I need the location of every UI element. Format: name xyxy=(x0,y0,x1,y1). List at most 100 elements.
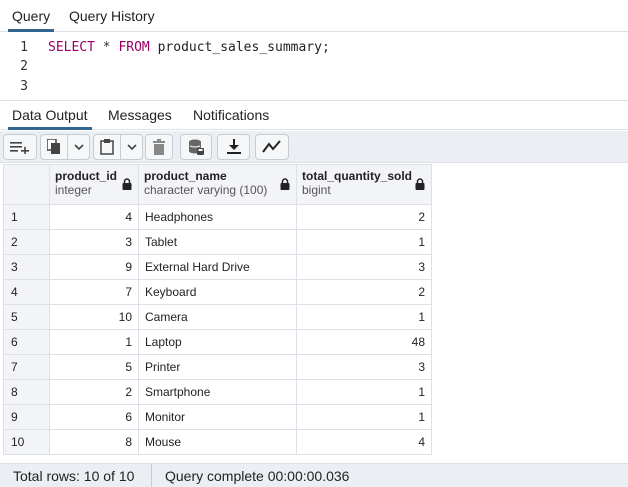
row-number[interactable]: 5 xyxy=(3,304,50,330)
sql-keyword-select: SELECT xyxy=(48,40,95,55)
row-number[interactable]: 1 xyxy=(3,204,50,230)
cell-product-id[interactable]: 2 xyxy=(49,379,139,405)
sql-editor[interactable]: 1 2 3 SELECT * FROM product_sales_summar… xyxy=(0,33,628,99)
copy-options-dropdown[interactable] xyxy=(67,135,89,159)
save-data-button[interactable] xyxy=(180,134,212,160)
table-row[interactable]: 10 8 Mouse 4 xyxy=(3,429,432,455)
table-row[interactable]: 4 7 Keyboard 2 xyxy=(3,279,432,305)
row-number[interactable]: 3 xyxy=(3,254,50,280)
copy-button[interactable] xyxy=(41,135,67,159)
copy-button-group xyxy=(40,134,90,160)
cell-total-quantity-sold[interactable]: 4 xyxy=(296,429,432,455)
column-type: character varying (100) xyxy=(144,183,268,197)
tab-notifications[interactable]: Notifications xyxy=(189,101,273,130)
cell-product-name[interactable]: Headphones xyxy=(138,204,297,230)
row-number[interactable]: 6 xyxy=(3,329,50,355)
line-number-gutter: 1 2 3 xyxy=(0,33,36,99)
tab-data-output[interactable]: Data Output xyxy=(8,101,92,130)
table-row[interactable]: 5 10 Camera 1 xyxy=(3,304,432,330)
cell-total-quantity-sold[interactable]: 1 xyxy=(296,404,432,430)
cell-total-quantity-sold[interactable]: 48 xyxy=(296,329,432,355)
cell-total-quantity-sold[interactable]: 2 xyxy=(296,279,432,305)
add-row-button[interactable] xyxy=(3,134,37,160)
total-rows-text: Total rows: 10 of 10 xyxy=(13,468,135,484)
line-number: 1 xyxy=(20,40,28,55)
chevron-down-icon xyxy=(126,144,137,151)
cell-product-name[interactable]: Printer xyxy=(138,354,297,380)
cell-product-id[interactable]: 1 xyxy=(49,329,139,355)
table-row[interactable]: 7 5 Printer 3 xyxy=(3,354,432,380)
table-row[interactable]: 1 4 Headphones 2 xyxy=(3,204,432,230)
cell-product-name[interactable]: Mouse xyxy=(138,429,297,455)
query-tab-bar: Query Query History xyxy=(0,0,628,32)
cell-total-quantity-sold[interactable]: 1 xyxy=(296,379,432,405)
cell-product-id[interactable]: 7 xyxy=(49,279,139,305)
sql-semicolon: ; xyxy=(321,40,330,55)
tab-query[interactable]: Query xyxy=(8,0,55,32)
cell-total-quantity-sold[interactable]: 1 xyxy=(296,229,432,255)
table-header-row: product_id integer product_name characte… xyxy=(3,164,432,205)
column-name: product_name xyxy=(144,169,227,183)
sql-code-line[interactable]: SELECT * FROM product_sales_summary; xyxy=(48,40,330,55)
cell-product-name[interactable]: Camera xyxy=(138,304,297,330)
cell-product-id[interactable]: 4 xyxy=(49,204,139,230)
cell-product-name[interactable]: Smartphone xyxy=(138,379,297,405)
cell-product-id[interactable]: 6 xyxy=(49,404,139,430)
lock-icon xyxy=(122,178,132,190)
row-number-header[interactable] xyxy=(3,164,50,205)
cell-product-name[interactable]: External Hard Drive xyxy=(138,254,297,280)
cell-product-id[interactable]: 3 xyxy=(49,229,139,255)
graph-icon xyxy=(262,140,281,153)
row-number[interactable]: 9 xyxy=(3,404,50,430)
download-button[interactable] xyxy=(217,134,250,160)
chevron-down-icon xyxy=(73,144,84,151)
cell-product-name[interactable]: Tablet xyxy=(138,229,297,255)
cell-product-name[interactable]: Monitor xyxy=(138,404,297,430)
cell-product-id[interactable]: 9 xyxy=(49,254,139,280)
tab-messages[interactable]: Messages xyxy=(104,101,176,130)
line-number: 3 xyxy=(20,79,28,94)
cell-product-name[interactable]: Laptop xyxy=(138,329,297,355)
query-complete-text: Query complete 00:00:00.036 xyxy=(165,468,350,484)
cell-product-id[interactable]: 10 xyxy=(49,304,139,330)
column-header-total-quantity-sold[interactable]: total_quantity_sold bigint xyxy=(296,164,432,205)
column-header-product-id[interactable]: product_id integer xyxy=(49,164,139,205)
tab-query-history[interactable]: Query History xyxy=(65,0,159,32)
paste-options-dropdown[interactable] xyxy=(120,135,142,159)
table-row[interactable]: 6 1 Laptop 48 xyxy=(3,329,432,355)
cell-total-quantity-sold[interactable]: 2 xyxy=(296,204,432,230)
paste-button[interactable] xyxy=(94,135,120,159)
sql-table-name: product_sales_summary xyxy=(157,40,322,55)
data-output-toolbar xyxy=(0,131,628,163)
table-row[interactable]: 9 6 Monitor 1 xyxy=(3,404,432,430)
table-row[interactable]: 2 3 Tablet 1 xyxy=(3,229,432,255)
row-number[interactable]: 8 xyxy=(3,379,50,405)
graph-visualiser-button[interactable] xyxy=(255,134,289,160)
cell-total-quantity-sold[interactable]: 1 xyxy=(296,304,432,330)
column-header-product-name[interactable]: product_name character varying (100) xyxy=(138,164,297,205)
cell-product-id[interactable]: 8 xyxy=(49,429,139,455)
cell-product-id[interactable]: 5 xyxy=(49,354,139,380)
table-row[interactable]: 3 9 External Hard Drive 3 xyxy=(3,254,432,280)
cell-product-name[interactable]: Keyboard xyxy=(138,279,297,305)
cell-total-quantity-sold[interactable]: 3 xyxy=(296,254,432,280)
delete-icon xyxy=(153,139,165,155)
save-data-icon xyxy=(189,139,204,155)
table-row[interactable]: 8 2 Smartphone 1 xyxy=(3,379,432,405)
result-tab-bar: Data Output Messages Notifications xyxy=(0,100,628,130)
results-table: product_id integer product_name characte… xyxy=(3,164,432,455)
cell-total-quantity-sold[interactable]: 3 xyxy=(296,354,432,380)
paste-icon xyxy=(100,139,114,155)
sql-keyword-from: FROM xyxy=(118,40,150,55)
delete-row-button[interactable] xyxy=(145,134,173,160)
row-number[interactable]: 4 xyxy=(3,279,50,305)
row-number[interactable]: 7 xyxy=(3,354,50,380)
column-name: total_quantity_sold xyxy=(302,169,413,183)
row-number[interactable]: 2 xyxy=(3,229,50,255)
row-number[interactable]: 10 xyxy=(3,429,50,455)
status-bar: Total rows: 10 of 10 Query complete 00:0… xyxy=(0,463,628,487)
status-divider xyxy=(151,464,152,487)
column-type: bigint xyxy=(302,183,331,197)
line-number: 2 xyxy=(20,59,28,74)
sql-star: * xyxy=(102,40,111,55)
